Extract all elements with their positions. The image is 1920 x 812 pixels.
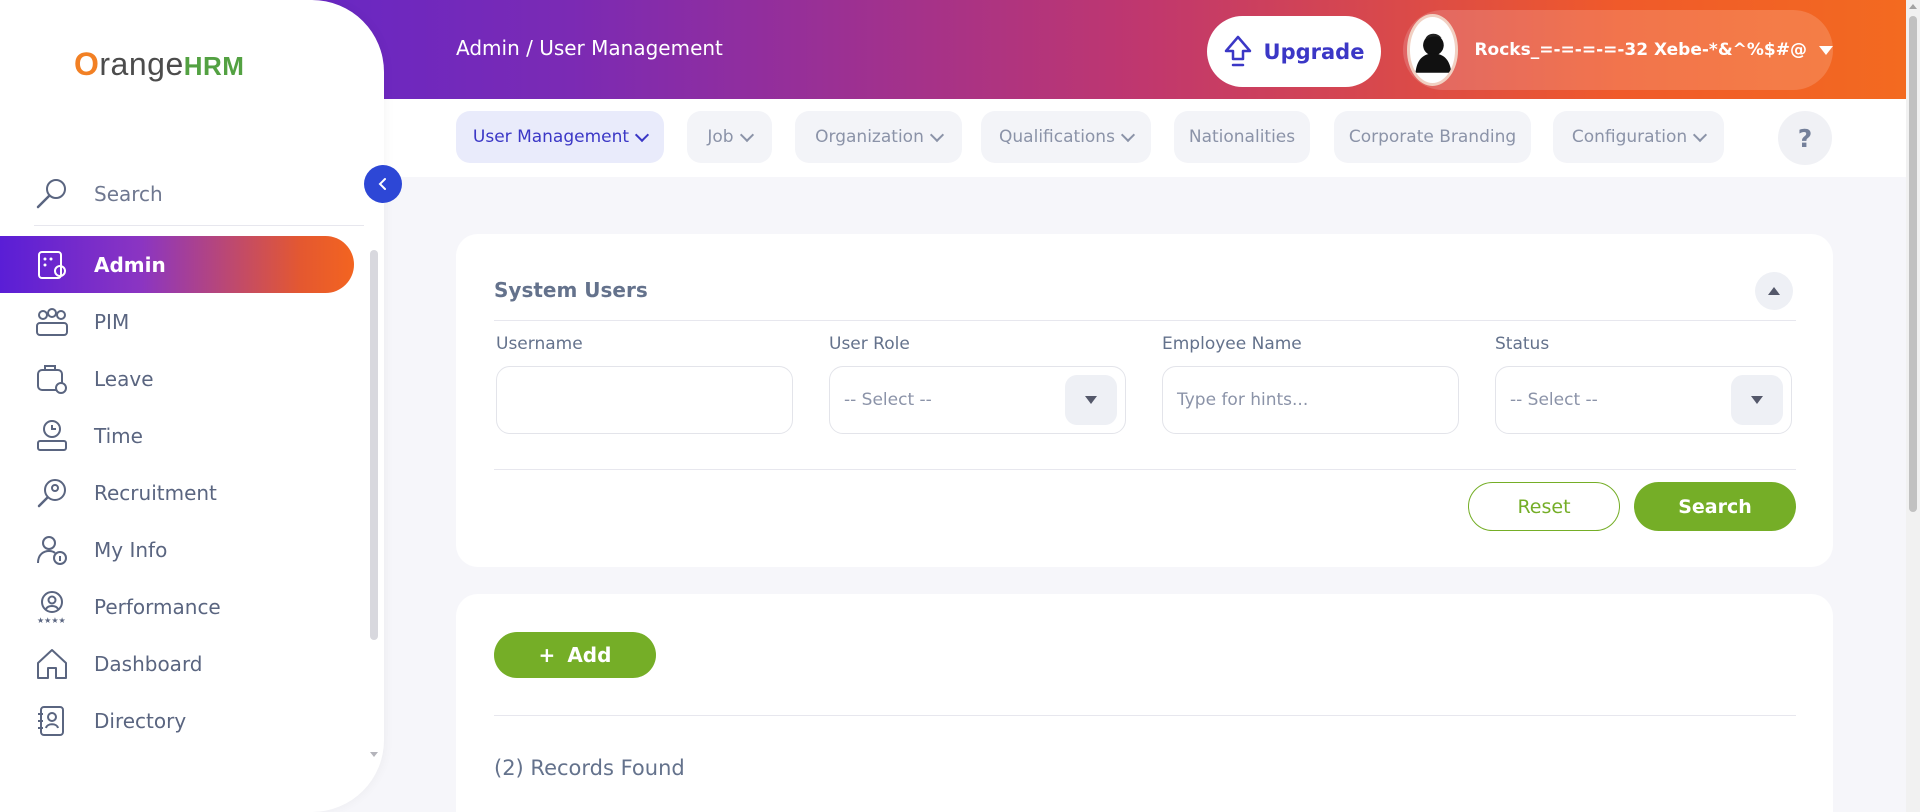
performance-icon: ★★★★ [34, 589, 70, 625]
tab-label: Organization [815, 127, 924, 147]
svg-text:★★★★: ★★★★ [37, 616, 66, 624]
tab-label: Job [707, 127, 734, 147]
sidebar: OrangeHRM Search Admin PIM Leave Time Re… [0, 0, 384, 812]
sidebar-item-pim[interactable]: PIM [0, 293, 354, 350]
help-button[interactable]: ? [1778, 111, 1832, 165]
tab-label: Nationalities [1188, 127, 1296, 147]
users-results-card: + Add (2) Records Found [456, 594, 1833, 812]
add-user-button[interactable]: + Add [494, 632, 656, 678]
breadcrumb: Admin / User Management [456, 36, 723, 60]
user-role-value: -- Select -- [844, 390, 932, 410]
sidebar-item-label: Performance [94, 594, 221, 619]
sidebar-item-leave[interactable]: Leave [0, 350, 354, 407]
tab-job[interactable]: Job [687, 111, 772, 163]
tab-user-management[interactable]: User Management [456, 111, 664, 163]
scroll-down-arrow-icon[interactable] [370, 752, 378, 757]
user-silhouette-icon [1415, 33, 1452, 73]
sidebar-item-label: Time [94, 423, 143, 448]
scroll-up-arrow-icon[interactable] [1909, 4, 1917, 9]
sidebar-item-label: Leave [94, 366, 154, 391]
sidebar-item-label: Dashboard [94, 651, 203, 676]
caret-up-icon [1768, 287, 1780, 295]
upgrade-label: Upgrade [1263, 39, 1365, 64]
records-found-count: (2) Records Found [494, 756, 685, 780]
tab-label: Corporate Branding [1348, 127, 1517, 147]
upgrade-arrow-icon [1224, 35, 1251, 66]
employee-name-placeholder: Type for hints... [1177, 390, 1309, 410]
employee-name-label: Employee Name [1162, 334, 1302, 354]
plus-icon: + [538, 643, 556, 667]
chevron-left-icon [378, 178, 386, 190]
sidebar-item-performance[interactable]: ★★★★ Performance [0, 578, 354, 635]
admin-icon [34, 247, 70, 283]
card-title: System Users [494, 278, 648, 302]
status-label: Status [1495, 334, 1550, 354]
chevron-down-icon [1120, 127, 1136, 142]
tab-configuration[interactable]: Configuration [1553, 111, 1724, 163]
divider [494, 715, 1796, 716]
page-scrollbar-thumb[interactable] [1909, 16, 1917, 512]
sidebar-scrollbar[interactable] [370, 250, 378, 640]
sidebar-search[interactable]: Search [34, 162, 364, 226]
sidebar-collapse-button[interactable] [364, 165, 402, 203]
orangehrm-logo: OrangeHRM [74, 46, 245, 82]
sidebar-item-time[interactable]: Time [0, 407, 354, 464]
sidebar-search-label: Search [94, 181, 163, 206]
dropdown-arrow[interactable] [1731, 375, 1783, 425]
collapse-filter-button[interactable] [1755, 272, 1793, 310]
status-select[interactable]: -- Select -- [1495, 366, 1792, 434]
tab-label: Configuration [1571, 127, 1688, 147]
help-icon: ? [1797, 123, 1813, 153]
tab-label: User Management [472, 127, 630, 147]
time-icon [34, 418, 70, 454]
tab-nationalities[interactable]: Nationalities [1174, 111, 1310, 163]
sidebar-item-recruitment[interactable]: Recruitment [0, 464, 354, 521]
tab-label: Qualifications [999, 127, 1115, 147]
pim-icon [34, 304, 70, 340]
sidebar-item-admin[interactable]: Admin [0, 236, 354, 293]
tab-organization[interactable]: Organization [795, 111, 962, 163]
recruitment-icon [34, 475, 70, 511]
avatar [1407, 14, 1459, 86]
sidebar-item-label: My Info [94, 537, 168, 562]
reset-button[interactable]: Reset [1468, 482, 1620, 531]
user-name: Rocks_=-=-=-=-32 Xebe-*&^%$#@ [1474, 40, 1807, 60]
user-role-select[interactable]: -- Select -- [829, 366, 1126, 434]
system-users-filter-card: System Users Username User Role -- Selec… [456, 234, 1833, 567]
chevron-down-icon [929, 127, 944, 142]
dropdown-arrow[interactable] [1065, 375, 1117, 425]
divider [494, 469, 1796, 470]
caret-down-icon [1085, 396, 1097, 404]
tab-qualifications[interactable]: Qualifications [981, 111, 1151, 163]
username-label: Username [496, 334, 583, 354]
username-input[interactable] [496, 366, 793, 434]
sidebar-item-directory[interactable]: Directory [0, 692, 354, 749]
sidebar-item-label: Directory [94, 708, 187, 733]
upgrade-button[interactable]: Upgrade [1207, 16, 1381, 87]
caret-down-icon [1751, 396, 1763, 404]
sidebar-item-label: PIM [94, 309, 130, 334]
search-icon [36, 178, 66, 208]
chevron-down-icon [634, 127, 650, 142]
sidebar-item-label: Recruitment [94, 480, 217, 505]
search-button[interactable]: Search [1634, 482, 1796, 531]
add-label: Add [567, 643, 612, 667]
employee-name-input[interactable]: Type for hints... [1162, 366, 1459, 434]
sidebar-item-dashboard[interactable]: Dashboard [0, 635, 354, 692]
caret-down-icon [1819, 45, 1833, 55]
dashboard-icon [34, 646, 70, 682]
user-role-label: User Role [829, 334, 910, 354]
sidebar-item-my-info[interactable]: My Info [0, 521, 354, 578]
sidebar-item-label: Admin [94, 252, 166, 277]
leave-icon [34, 361, 70, 397]
page-scrollbar[interactable] [1906, 0, 1920, 812]
directory-icon [34, 703, 70, 739]
tab-corporate-branding[interactable]: Corporate Branding [1334, 111, 1531, 163]
user-dropdown[interactable]: Rocks_=-=-=-=-32 Xebe-*&^%$#@ [1403, 10, 1833, 90]
divider [494, 320, 1796, 321]
chevron-down-icon [739, 127, 754, 142]
status-value: -- Select -- [1510, 390, 1598, 410]
my-info-icon [34, 532, 70, 568]
chevron-down-icon [1693, 127, 1708, 142]
